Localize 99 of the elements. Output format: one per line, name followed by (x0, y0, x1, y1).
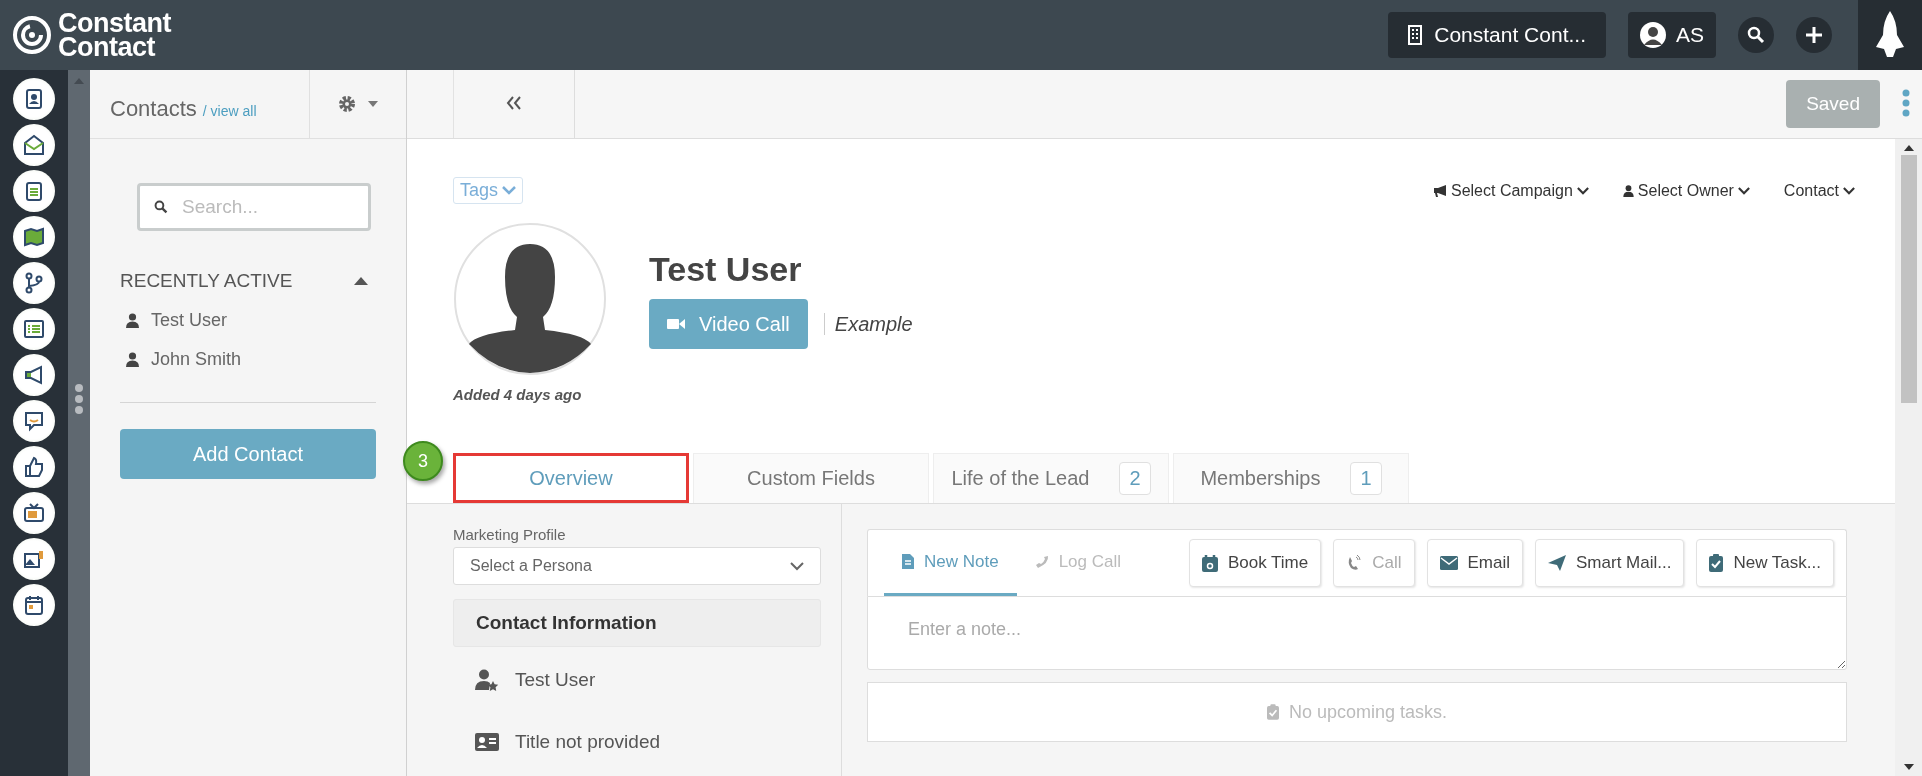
launch-button[interactable] (1858, 0, 1922, 70)
section-heading: RECENTLY ACTIVE (120, 269, 293, 292)
scrollbar[interactable] (1895, 139, 1922, 776)
rail-app-button[interactable] (13, 492, 55, 534)
kebab-icon (1902, 88, 1910, 117)
video-camera-icon (667, 318, 685, 330)
drag-handle-icon (75, 384, 83, 414)
rail-app-button[interactable] (13, 262, 55, 304)
persona-select[interactable]: Select a Persona (453, 547, 821, 585)
images-icon (23, 548, 45, 570)
chevron-down-icon (502, 186, 517, 195)
rail-app-button[interactable] (13, 446, 55, 488)
search-field[interactable]: Search... (137, 183, 371, 231)
caret-icon (354, 277, 368, 285)
chevron-down-icon (1737, 186, 1750, 195)
scroll-down-icon (1903, 764, 1914, 770)
phone-icon (1346, 555, 1363, 571)
scroll-up-icon (74, 78, 84, 84)
add-button[interactable] (1796, 17, 1832, 53)
count-badge: 1 (1350, 462, 1382, 495)
action-button[interactable]: Book Time (1188, 539, 1322, 587)
branch-icon (23, 272, 45, 294)
map-icon (23, 226, 45, 248)
thumb-icon (23, 456, 45, 478)
plus-icon (1805, 26, 1823, 44)
id-card-icon (475, 733, 499, 751)
rocket-icon (1875, 11, 1905, 59)
clipboard-icon (23, 180, 45, 202)
view-all-link[interactable]: / view all (202, 103, 257, 119)
contact-detail: Test User (515, 669, 596, 691)
scrollbar-thumb[interactable] (1900, 155, 1917, 403)
chevron-down-icon (1843, 186, 1855, 195)
phone-icon (1034, 554, 1049, 569)
tab[interactable]: Overview (453, 453, 689, 503)
dropdown-menu[interactable]: Contact (1783, 181, 1855, 200)
chat-icon (23, 410, 45, 432)
empty-state-text: No upcoming tasks. (1288, 701, 1448, 723)
logo-wordmark: Constant Contact (58, 11, 171, 59)
rail-app-button[interactable] (13, 538, 55, 580)
rail-app-button[interactable] (13, 584, 55, 626)
paper-plane-icon (1548, 555, 1567, 571)
megaphone-icon (23, 364, 45, 386)
action-button[interactable]: New Task... (1696, 539, 1834, 587)
clipboard-check-icon (1709, 554, 1724, 572)
clipboard-check-icon (1266, 704, 1279, 720)
dropdown-menu[interactable]: Select Campaign (1433, 181, 1589, 200)
building-icon (1408, 25, 1423, 45)
account-button[interactable]: Constant Cont... (1388, 12, 1606, 58)
rail-app-button[interactable] (13, 354, 55, 396)
note-field[interactable]: Enter a note... (867, 596, 1847, 670)
tab[interactable]: Life of the Lead 2 (933, 453, 1169, 503)
contacts-icon (23, 88, 45, 110)
megaphone-icon (1433, 184, 1447, 197)
calendar-icon (1201, 554, 1218, 572)
action-button[interactable]: Smart Mail... (1535, 539, 1685, 587)
list-icon (23, 318, 45, 340)
caret-icon (368, 101, 378, 107)
mail-icon (23, 134, 45, 156)
settings-icon (338, 95, 356, 113)
tv-icon (23, 502, 45, 524)
scroll-up-icon (1903, 145, 1914, 151)
logo-icon (12, 15, 52, 55)
contact-detail: Title not provided (515, 731, 661, 753)
rail-app-button[interactable] (13, 400, 55, 442)
rail-app-button[interactable] (13, 124, 55, 166)
panel-title: Contacts (110, 96, 197, 122)
document-icon (902, 554, 914, 569)
section-header: Contact Information (453, 599, 821, 647)
user-menu-button[interactable]: AS (1628, 12, 1716, 58)
tab[interactable]: Memberships 1 (1173, 453, 1409, 503)
person-icon (1622, 184, 1634, 197)
company-name: Example (834, 312, 913, 336)
chevron-down-icon (1576, 186, 1589, 195)
count-badge: 2 (1119, 462, 1151, 495)
envelope-icon (1439, 556, 1458, 570)
tab[interactable]: Custom Fields (693, 453, 929, 503)
contact-name: Test User (649, 250, 803, 289)
double-chevron-icon (506, 95, 522, 110)
recent-contact-link[interactable]: Test User (126, 310, 376, 331)
recent-contact-link[interactable]: John Smith (126, 349, 376, 370)
avatar-icon (1640, 22, 1666, 48)
step-number-badge: 3 (403, 441, 443, 481)
chevron-down-icon (790, 561, 804, 571)
calendar-icon (23, 594, 45, 616)
rail-app-button[interactable] (13, 78, 55, 120)
rail-app-button[interactable] (13, 308, 55, 350)
action-button[interactable]: Email (1426, 539, 1524, 587)
person-star-icon (475, 669, 499, 691)
search-icon (1747, 26, 1765, 44)
search-icon (154, 200, 168, 214)
rail-app-button[interactable] (13, 216, 55, 258)
rail-app-button[interactable] (13, 170, 55, 212)
field-label: Marketing Profile (453, 526, 567, 543)
search-input[interactable]: Search... (180, 195, 354, 219)
dropdown-menu[interactable]: Select Owner (1622, 181, 1750, 200)
search-button[interactable] (1738, 17, 1774, 53)
added-date: Added 4 days ago (453, 386, 583, 403)
person-icon (126, 313, 139, 328)
person-icon (126, 352, 139, 367)
